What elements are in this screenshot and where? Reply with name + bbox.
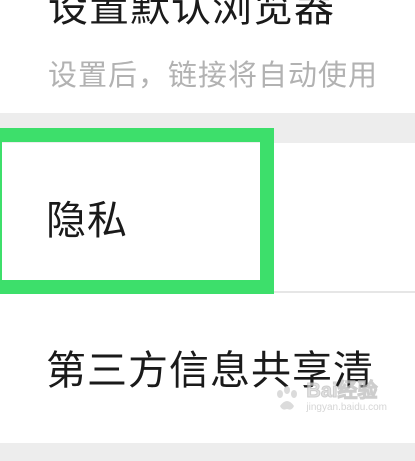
watermark-url: jingyan.baidu.com — [306, 402, 387, 413]
watermark-brand: Bai经验 — [306, 380, 378, 403]
divider — [46, 291, 415, 293]
default-browser-title[interactable]: 设置默认浏览器 — [48, 0, 335, 30]
baidu-watermark: Bai经验 jingyan.baidu.com — [272, 380, 387, 414]
settings-card-browser: 设置默认浏览器 设置后，链接将自动使用 — [0, 0, 415, 113]
privacy-item[interactable]: 隐私 — [46, 199, 128, 243]
settings-screen: 设置默认浏览器 设置后，链接将自动使用 隐私 第三方信息共享清 Bai经验 ji… — [0, 0, 415, 461]
paw-logo-icon — [277, 386, 298, 410]
default-browser-description: 设置后，链接将自动使用 — [48, 58, 379, 92]
